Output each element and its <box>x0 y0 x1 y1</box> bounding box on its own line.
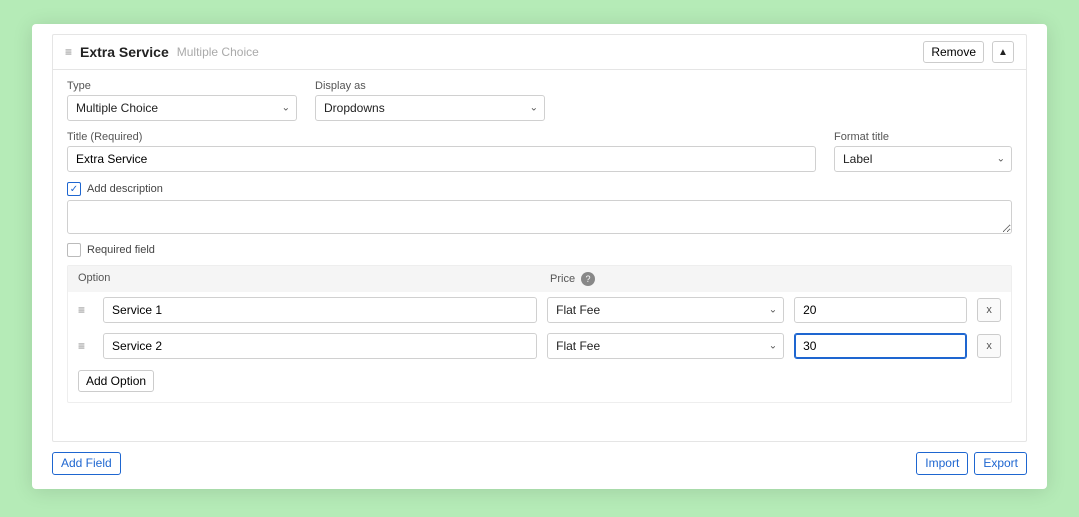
option-price-type-select[interactable]: Flat Fee ⌄ <box>547 333 784 359</box>
option-price-input[interactable] <box>794 297 967 323</box>
type-label: Type <box>67 80 297 92</box>
card-footer: Add Field Import Export <box>52 442 1027 475</box>
import-button[interactable]: Import <box>916 452 968 475</box>
add-option-button[interactable]: Add Option <box>78 370 154 392</box>
panel-subtitle: Multiple Choice <box>177 45 259 59</box>
close-icon: x <box>986 340 992 352</box>
option-name-input[interactable] <box>103 297 537 323</box>
format-title-value: Label <box>843 152 872 166</box>
option-column-header: Option <box>78 272 550 286</box>
type-select-value: Multiple Choice <box>76 101 158 115</box>
price-header-text: Price <box>550 273 575 285</box>
option-price-type-select[interactable]: Flat Fee ⌄ <box>547 297 784 323</box>
required-field-label: Required field <box>87 244 155 256</box>
page-card: ≡ Extra Service Multiple Choice Remove ▲… <box>32 24 1047 489</box>
add-description-checkbox[interactable]: ✓ <box>67 182 81 196</box>
options-header-row: Option Price ? <box>68 266 1011 292</box>
options-table: Option Price ? ≡ Flat Fee ⌄ x <box>67 265 1012 403</box>
remove-button[interactable]: Remove <box>923 41 984 63</box>
type-select[interactable]: Multiple Choice ⌄ <box>67 95 297 121</box>
add-description-label: Add description <box>87 183 163 195</box>
title-label: Title (Required) <box>67 131 816 143</box>
format-title-select[interactable]: Label ⌄ <box>834 146 1012 172</box>
export-button[interactable]: Export <box>974 452 1027 475</box>
option-name-input[interactable] <box>103 333 537 359</box>
option-row: ≡ Flat Fee ⌄ x <box>68 292 1011 328</box>
option-row: ≡ Flat Fee ⌄ x <box>68 328 1011 364</box>
caret-up-icon: ▲ <box>998 47 1008 58</box>
description-textarea[interactable] <box>67 200 1012 234</box>
options-footer: Add Option <box>68 364 1011 402</box>
close-icon: x <box>986 304 992 316</box>
drag-handle-icon[interactable]: ≡ <box>78 339 85 353</box>
panel-body: Type Multiple Choice ⌄ Display as Dropdo… <box>53 70 1026 441</box>
drag-handle-icon[interactable]: ≡ <box>65 45 72 59</box>
price-column-header: Price ? <box>550 272 1001 286</box>
option-price-type-value: Flat Fee <box>556 339 600 353</box>
display-as-select[interactable]: Dropdowns ⌄ <box>315 95 545 121</box>
chevron-down-icon: ⌄ <box>769 305 777 316</box>
format-title-label: Format title <box>834 131 1012 143</box>
help-icon[interactable]: ? <box>581 272 595 286</box>
required-field-checkbox[interactable]: ✓ <box>67 243 81 257</box>
delete-option-button[interactable]: x <box>977 298 1001 322</box>
display-as-value: Dropdowns <box>324 101 385 115</box>
panel-title: Extra Service <box>80 44 169 60</box>
drag-handle-icon[interactable]: ≡ <box>78 303 85 317</box>
option-price-type-value: Flat Fee <box>556 303 600 317</box>
panel-header: ≡ Extra Service Multiple Choice Remove ▲ <box>53 35 1026 70</box>
title-input[interactable] <box>67 146 816 172</box>
chevron-down-icon: ⌄ <box>530 103 538 114</box>
delete-option-button[interactable]: x <box>977 334 1001 358</box>
chevron-down-icon: ⌄ <box>997 154 1005 165</box>
chevron-down-icon: ⌄ <box>282 103 290 114</box>
collapse-button[interactable]: ▲ <box>992 41 1014 63</box>
display-as-label: Display as <box>315 80 545 92</box>
field-panel: ≡ Extra Service Multiple Choice Remove ▲… <box>52 34 1027 442</box>
option-price-input[interactable] <box>794 333 967 359</box>
chevron-down-icon: ⌄ <box>769 341 777 352</box>
add-field-button[interactable]: Add Field <box>52 452 121 475</box>
